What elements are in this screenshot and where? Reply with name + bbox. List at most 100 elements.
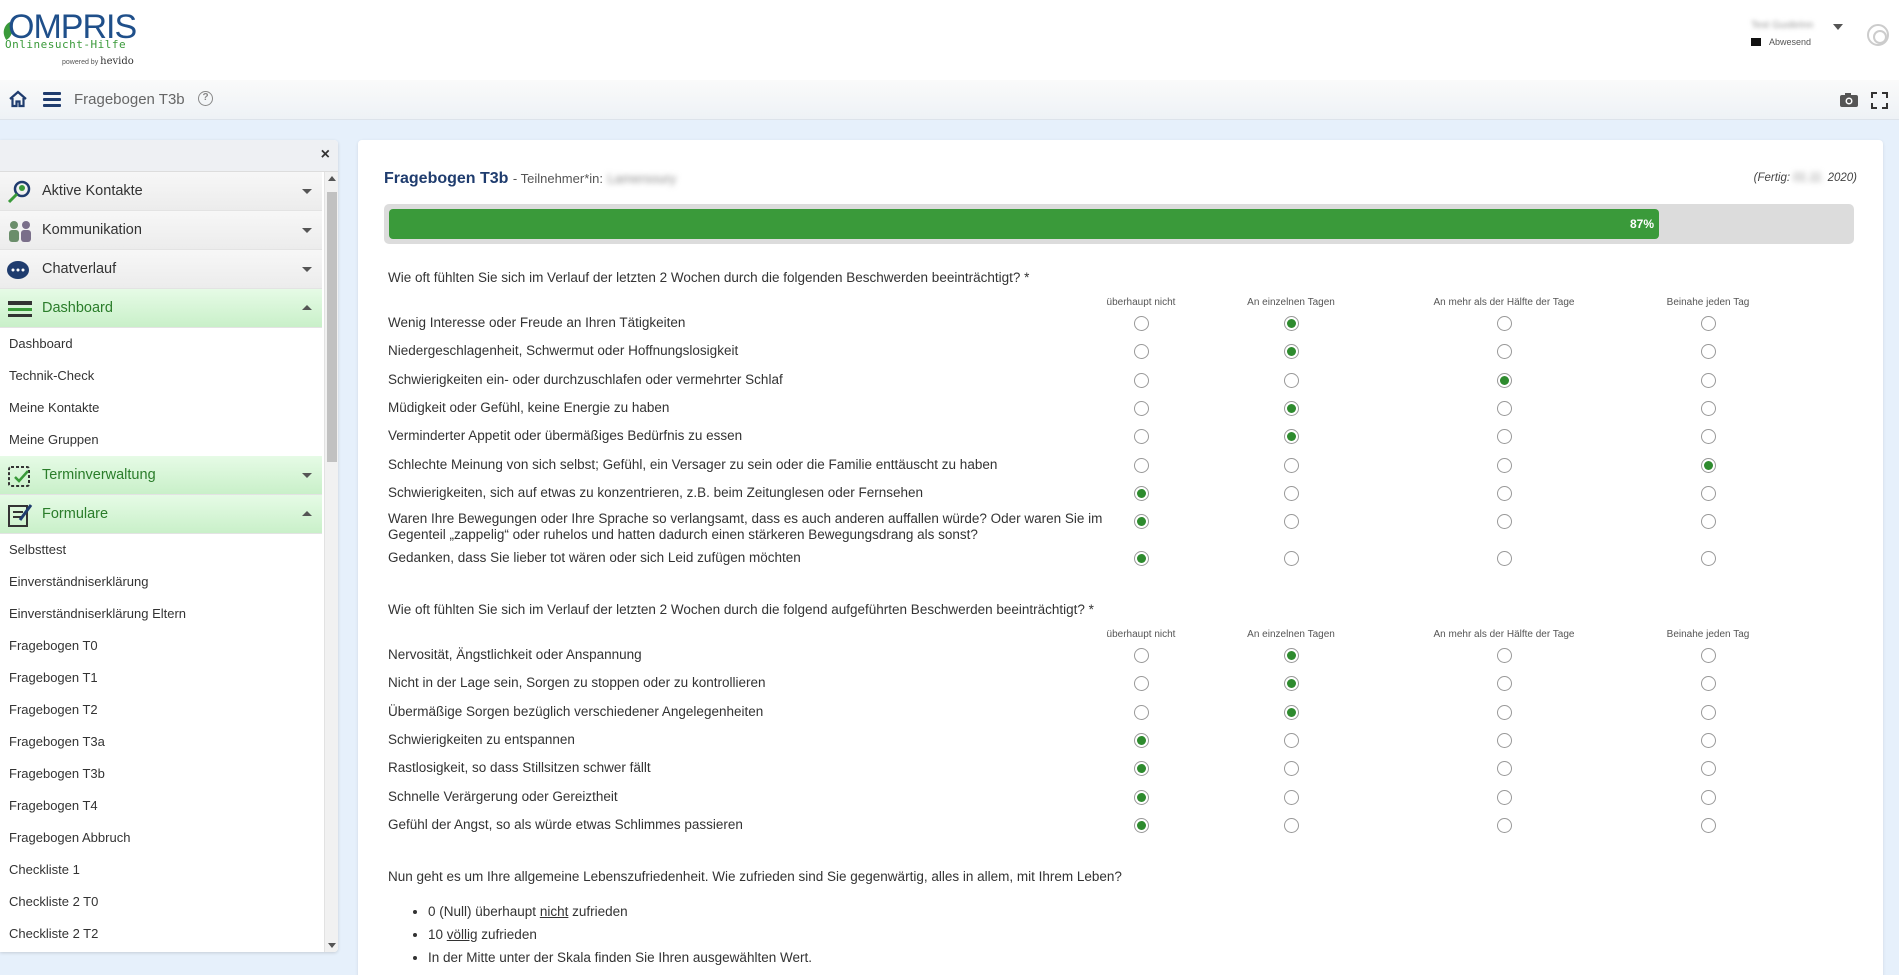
radio-option[interactable]: [1497, 648, 1512, 663]
radio-option[interactable]: [1284, 457, 1299, 473]
radio-option[interactable]: [1701, 551, 1716, 567]
radio-option[interactable]: [1701, 457, 1716, 473]
radio-option[interactable]: [1134, 551, 1149, 567]
radio-option[interactable]: [1701, 400, 1716, 416]
ompris-logo[interactable]: OMPRIS Onlinesucht-Hilfe powered by hevi…: [0, 8, 142, 72]
radio-option[interactable]: [1497, 551, 1512, 567]
radio-option[interactable]: [1284, 761, 1299, 777]
sidebar-item[interactable]: Meine Gruppen: [0, 424, 322, 456]
radio-option[interactable]: [1284, 817, 1299, 833]
sidebar-item[interactable]: Technik-Check: [0, 360, 322, 392]
radio-option[interactable]: [1701, 514, 1716, 530]
hamburger-menu-icon[interactable]: [43, 92, 61, 108]
sidebar-group-formulare[interactable]: Formulare: [0, 495, 322, 534]
sidebar-item[interactable]: Fragebogen T3b: [0, 758, 322, 790]
fullscreen-icon[interactable]: [1871, 92, 1888, 109]
radio-option[interactable]: [1284, 732, 1299, 748]
sidebar-item[interactable]: Fragebogen T1: [0, 662, 322, 694]
radio-option[interactable]: [1497, 761, 1512, 777]
radio-option[interactable]: [1497, 457, 1512, 473]
radio-option[interactable]: [1497, 485, 1512, 501]
radio-option[interactable]: [1134, 761, 1149, 777]
chevron-up-icon[interactable]: [302, 511, 312, 516]
sidebar-group-kommunikation[interactable]: Kommunikation: [0, 211, 322, 250]
sidebar-item[interactable]: Fragebogen T4: [0, 790, 322, 822]
sidebar-group-terminverwaltung[interactable]: Terminverwaltung: [0, 456, 322, 495]
radio-option[interactable]: [1134, 316, 1149, 331]
radio-option[interactable]: [1701, 316, 1716, 331]
radio-option[interactable]: [1284, 648, 1299, 663]
radio-option[interactable]: [1701, 761, 1716, 777]
radio-option[interactable]: [1497, 817, 1512, 833]
sidebar-item[interactable]: Fragebogen T3a: [0, 726, 322, 758]
chevron-down-icon[interactable]: [302, 473, 312, 478]
radio-option[interactable]: [1134, 485, 1149, 501]
sidebar-item[interactable]: Fragebogen Abbruch: [0, 822, 322, 854]
sidebar-group-aktive-kontakte[interactable]: Aktive Kontakte: [0, 172, 322, 211]
radio-option[interactable]: [1284, 551, 1299, 567]
radio-option[interactable]: [1701, 648, 1716, 663]
chevron-up-icon[interactable]: [302, 305, 312, 310]
logout-icon[interactable]: [1867, 24, 1889, 46]
radio-option[interactable]: [1284, 400, 1299, 416]
radio-option[interactable]: [1497, 732, 1512, 748]
radio-option[interactable]: [1134, 789, 1149, 805]
home-icon[interactable]: [8, 89, 28, 109]
radio-option[interactable]: [1701, 372, 1716, 388]
chevron-down-icon[interactable]: [302, 189, 312, 194]
radio-option[interactable]: [1134, 704, 1149, 720]
sidebar-item[interactable]: Checkliste 1: [0, 854, 322, 886]
radio-option[interactable]: [1284, 372, 1299, 388]
radio-option[interactable]: [1701, 817, 1716, 833]
radio-option[interactable]: [1701, 704, 1716, 720]
radio-option[interactable]: [1134, 732, 1149, 748]
help-icon[interactable]: ?: [198, 91, 213, 106]
radio-option[interactable]: [1497, 789, 1512, 805]
user-menu[interactable]: Test Guobrinn Abwesend: [1749, 18, 1849, 52]
radio-option[interactable]: [1284, 485, 1299, 501]
radio-option[interactable]: [1497, 676, 1512, 692]
radio-option[interactable]: [1497, 429, 1512, 445]
scrollbar-thumb[interactable]: [327, 192, 337, 462]
radio-option[interactable]: [1284, 316, 1299, 331]
sidebar-item[interactable]: Checkliste 2 T0: [0, 886, 322, 918]
scroll-down-icon[interactable]: [328, 943, 336, 948]
radio-option[interactable]: [1134, 514, 1149, 530]
close-icon[interactable]: ×: [321, 146, 330, 164]
radio-option[interactable]: [1497, 400, 1512, 416]
sidebar-item[interactable]: Fragebogen T0: [0, 630, 322, 662]
radio-option[interactable]: [1497, 316, 1512, 331]
radio-option[interactable]: [1284, 344, 1299, 360]
radio-option[interactable]: [1134, 372, 1149, 388]
sidebar-item[interactable]: Selbsttest: [0, 534, 322, 566]
radio-option[interactable]: [1497, 704, 1512, 720]
chevron-down-icon[interactable]: [1833, 24, 1843, 30]
radio-option[interactable]: [1134, 676, 1149, 692]
radio-option[interactable]: [1497, 344, 1512, 360]
radio-option[interactable]: [1134, 400, 1149, 416]
radio-option[interactable]: [1701, 344, 1716, 360]
radio-option[interactable]: [1284, 704, 1299, 720]
radio-option[interactable]: [1701, 429, 1716, 445]
camera-icon[interactable]: [1839, 92, 1859, 108]
radio-option[interactable]: [1497, 372, 1512, 388]
radio-option[interactable]: [1497, 514, 1512, 530]
sidebar-group-chatverlauf[interactable]: Chatverlauf: [0, 250, 322, 289]
sidebar-item[interactable]: Dashboard: [0, 328, 322, 360]
radio-option[interactable]: [1134, 817, 1149, 833]
radio-option[interactable]: [1134, 344, 1149, 360]
radio-option[interactable]: [1134, 457, 1149, 473]
radio-option[interactable]: [1701, 485, 1716, 501]
sidebar-item[interactable]: Meine Kontakte: [0, 392, 322, 424]
sidebar-scrollbar[interactable]: [324, 172, 338, 952]
radio-option[interactable]: [1284, 514, 1299, 530]
chevron-down-icon[interactable]: [302, 228, 312, 233]
sidebar-group-dashboard[interactable]: Dashboard: [0, 289, 322, 328]
radio-option[interactable]: [1701, 789, 1716, 805]
sidebar-item[interactable]: Einverständniserklärung: [0, 566, 322, 598]
sidebar-item[interactable]: Fragebogen T2: [0, 694, 322, 726]
chevron-down-icon[interactable]: [302, 267, 312, 272]
sidebar-item[interactable]: Einverständniserklärung Eltern: [0, 598, 322, 630]
radio-option[interactable]: [1134, 648, 1149, 663]
scroll-up-icon[interactable]: [328, 176, 336, 181]
